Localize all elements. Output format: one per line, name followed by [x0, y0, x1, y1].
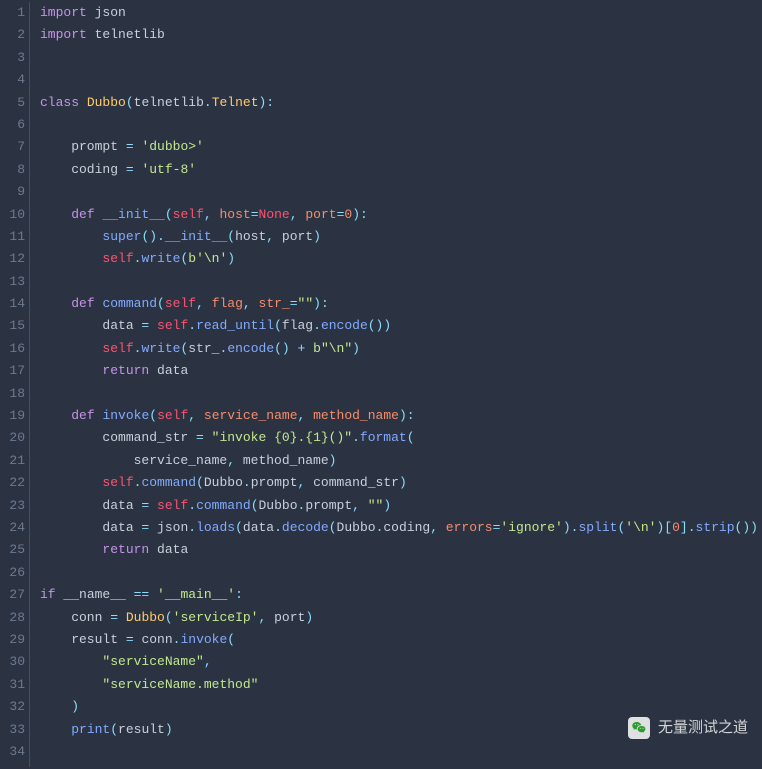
- line-number: 13: [0, 271, 25, 293]
- code-line: self.command(Dubbo.prompt, command_str): [40, 472, 758, 494]
- line-number: 22: [0, 472, 25, 494]
- line-number: 14: [0, 293, 25, 315]
- code-line: import telnetlib: [40, 24, 758, 46]
- code-line: class Dubbo(telnetlib.Telnet):: [40, 92, 758, 114]
- line-number: 4: [0, 69, 25, 91]
- line-number: 12: [0, 248, 25, 270]
- code-line: data = self.read_until(flag.encode()): [40, 315, 758, 337]
- line-number: 24: [0, 517, 25, 539]
- code-line: self.write(str_.encode() + b"\n"): [40, 338, 758, 360]
- code-line: service_name, method_name): [40, 450, 758, 472]
- line-number: 1: [0, 2, 25, 24]
- line-number: 2: [0, 24, 25, 46]
- line-number: 34: [0, 741, 25, 763]
- line-number: 20: [0, 427, 25, 449]
- line-number: 6: [0, 114, 25, 136]
- code-line: prompt = 'dubbo>': [40, 136, 758, 158]
- code-line: [40, 114, 758, 136]
- code-line: data = json.loads(data.decode(Dubbo.codi…: [40, 517, 758, 539]
- line-number: 10: [0, 204, 25, 226]
- code-line: coding = 'utf-8': [40, 159, 758, 181]
- code-line: [40, 181, 758, 203]
- code-line: [40, 562, 758, 584]
- line-number: 32: [0, 696, 25, 718]
- code-line: command_str = "invoke {0}.{1}()".format(: [40, 427, 758, 449]
- code-line: import json: [40, 2, 758, 24]
- line-number: 23: [0, 495, 25, 517]
- line-number: 31: [0, 674, 25, 696]
- code-line: ): [40, 696, 758, 718]
- line-number: 25: [0, 539, 25, 561]
- line-number: 11: [0, 226, 25, 248]
- watermark: 无量测试之道: [628, 717, 748, 739]
- code-line: [40, 741, 758, 763]
- code-area: import jsonimport telnetlib class Dubbo(…: [30, 2, 758, 767]
- line-number: 5: [0, 92, 25, 114]
- line-number: 21: [0, 450, 25, 472]
- line-number: 27: [0, 584, 25, 606]
- line-number: 3: [0, 47, 25, 69]
- watermark-text: 无量测试之道: [658, 717, 748, 739]
- line-number: 33: [0, 719, 25, 741]
- code-editor: 1234567891011121314151617181920212223242…: [0, 0, 762, 769]
- line-number: 8: [0, 159, 25, 181]
- code-line: "serviceName",: [40, 651, 758, 673]
- line-number: 19: [0, 405, 25, 427]
- code-line: data = self.command(Dubbo.prompt, ""): [40, 495, 758, 517]
- code-line: [40, 271, 758, 293]
- code-line: [40, 47, 758, 69]
- line-number: 17: [0, 360, 25, 382]
- line-number: 18: [0, 383, 25, 405]
- code-line: super().__init__(host, port): [40, 226, 758, 248]
- line-number: 28: [0, 607, 25, 629]
- code-line: return data: [40, 539, 758, 561]
- line-number: 9: [0, 181, 25, 203]
- line-number: 15: [0, 315, 25, 337]
- code-line: [40, 383, 758, 405]
- line-number: 7: [0, 136, 25, 158]
- wechat-icon: [628, 717, 650, 739]
- code-line: conn = Dubbo('serviceIp', port): [40, 607, 758, 629]
- code-line: def command(self, flag, str_=""):: [40, 293, 758, 315]
- line-number-gutter: 1234567891011121314151617181920212223242…: [0, 2, 30, 767]
- code-line: return data: [40, 360, 758, 382]
- line-number: 30: [0, 651, 25, 673]
- code-line: def invoke(self, service_name, method_na…: [40, 405, 758, 427]
- code-line: "serviceName.method": [40, 674, 758, 696]
- code-line: [40, 69, 758, 91]
- line-number: 26: [0, 562, 25, 584]
- code-line: result = conn.invoke(: [40, 629, 758, 651]
- code-line: def __init__(self, host=None, port=0):: [40, 204, 758, 226]
- line-number: 29: [0, 629, 25, 651]
- code-line: if __name__ == '__main__':: [40, 584, 758, 606]
- code-line: self.write(b'\n'): [40, 248, 758, 270]
- line-number: 16: [0, 338, 25, 360]
